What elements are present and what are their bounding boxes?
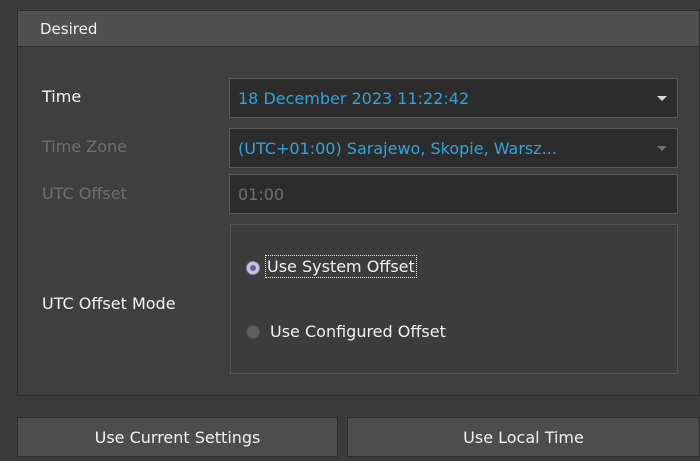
- group-header: Desired: [18, 11, 699, 47]
- radio-label-configured-offset[interactable]: Use Configured Offset: [270, 322, 446, 341]
- utc-offset-mode-box: [230, 224, 678, 374]
- utc-offset-value: 01:00: [238, 185, 285, 204]
- use-current-settings-button[interactable]: Use Current Settings: [17, 417, 338, 457]
- radio-label-system-offset[interactable]: Use System Offset: [265, 255, 417, 278]
- time-value: 18 December 2023 11:22:42: [238, 89, 470, 108]
- dropdown-arrow-icon: [657, 96, 667, 101]
- time-settings-panel: Desired Time 18 December 2023 11:22:42 T…: [0, 0, 700, 461]
- utc-offset-field[interactable]: 01:00: [229, 174, 678, 214]
- time-zone-value: (UTC+01:00) Sarajewo, Skopie, Warsz...: [238, 139, 557, 158]
- use-local-time-button[interactable]: Use Local Time: [347, 417, 700, 457]
- time-zone-dropdown[interactable]: (UTC+01:00) Sarajewo, Skopie, Warsz...: [229, 128, 678, 168]
- utc-offset-mode-label: UTC Offset Mode: [42, 294, 176, 313]
- time-label: Time: [42, 87, 82, 106]
- time-zone-label: Time Zone: [42, 137, 127, 156]
- radio-checked-icon[interactable]: [246, 261, 260, 275]
- radio-unchecked-icon[interactable]: [246, 325, 260, 339]
- time-dropdown[interactable]: 18 December 2023 11:22:42: [229, 78, 678, 118]
- group-title: Desired: [40, 20, 98, 38]
- dropdown-arrow-icon: [657, 146, 667, 151]
- utc-offset-label: UTC Offset: [42, 184, 127, 203]
